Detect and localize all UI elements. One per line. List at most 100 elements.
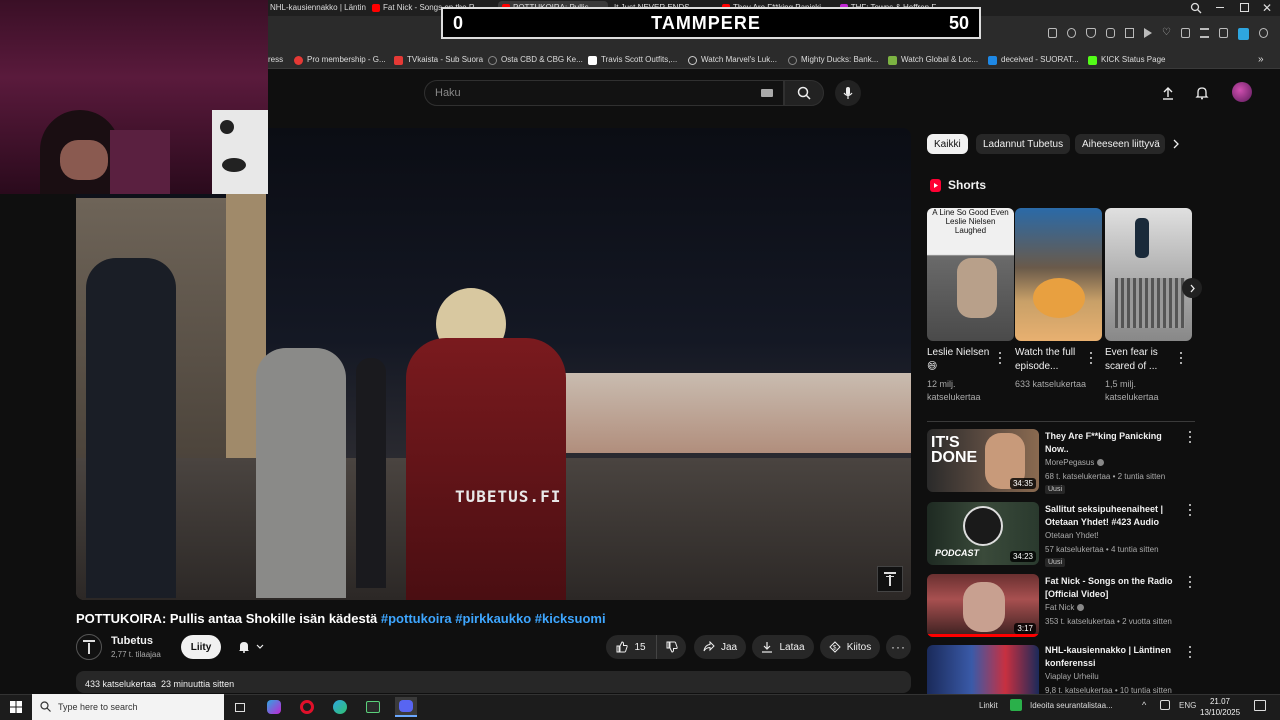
recommendation-thumbnail[interactable]: 3:17	[927, 574, 1039, 637]
bookmark[interactable]: Watch Global & Loc...	[888, 53, 978, 67]
channel-watermark-logo[interactable]	[877, 566, 903, 592]
bookmark[interactable]: KICK Status Page	[1088, 53, 1165, 67]
join-button[interactable]: Liity	[181, 635, 221, 659]
chip-from-channel[interactable]: Ladannut Tubetus	[976, 134, 1071, 154]
recommendation-menu-icon[interactable]	[1186, 430, 1194, 444]
short-thumbnail[interactable]	[1015, 208, 1102, 341]
recommendation-channel[interactable]: Viaplay Urheilu	[1045, 672, 1099, 681]
search-tabs-icon[interactable]	[1190, 2, 1202, 14]
search-button[interactable]	[784, 80, 824, 106]
task-view-icon[interactable]	[229, 697, 251, 717]
video-player[interactable]	[76, 128, 911, 600]
discord-icon[interactable]	[395, 697, 417, 717]
maximize-icon[interactable]	[1240, 3, 1249, 12]
extension-icon[interactable]	[1105, 28, 1115, 38]
recommendation-thumbnail[interactable]: IT'S DONE 34:35	[927, 429, 1039, 492]
chip-all[interactable]: Kaikki	[927, 134, 968, 154]
recommendation-channel[interactable]: MorePegasus	[1045, 458, 1104, 467]
bookmark-label: Mighty Ducks: Bank...	[801, 55, 879, 64]
recommendation-thumbnail[interactable]	[927, 645, 1039, 694]
dislike-button[interactable]	[656, 635, 686, 659]
recommendation-channel[interactable]: Otetaan Yhdet!	[1045, 531, 1099, 540]
news-widget[interactable]: Ideoita seurantalistaa...	[1030, 701, 1113, 710]
recommendation-title[interactable]: Fat Nick - Songs on the Radio [Official …	[1045, 575, 1180, 601]
short-menu-icon[interactable]	[996, 351, 1004, 365]
bookmark[interactable]: TVkaista - Sub Suora	[394, 53, 483, 67]
description-box[interactable]: 433 katselukertaa 23 minuuttia sitten	[76, 671, 911, 693]
bookmark[interactable]: Watch Marvel's Luk...	[688, 53, 777, 67]
chevron-right-icon[interactable]	[1172, 139, 1180, 149]
bookmark[interactable]: Mighty Ducks: Bank...	[788, 53, 878, 67]
like-button[interactable]: 15	[606, 635, 656, 659]
short-title[interactable]: Watch the full episode...	[1015, 346, 1087, 374]
copilot-icon[interactable]	[1238, 28, 1249, 40]
recommendation-title[interactable]: Sallitut seksipuheenaiheet | Otetaan Yhd…	[1045, 503, 1180, 529]
copilot-icon[interactable]	[263, 697, 285, 717]
bookmark[interactable]: Osta CBD & CBG Ke...	[488, 53, 583, 67]
links-toolbar[interactable]: Linkit	[979, 701, 998, 710]
pen-icon[interactable]	[1160, 700, 1170, 710]
terminal-icon[interactable]	[362, 697, 384, 717]
settings-icon[interactable]	[1258, 28, 1269, 38]
notification-bell-button[interactable]	[228, 635, 274, 659]
taskbar-search-input[interactable]: Type here to search	[32, 694, 224, 720]
bookmarks-overflow-icon[interactable]: »	[1258, 53, 1264, 67]
notifications-icon[interactable]	[1195, 86, 1209, 100]
browser-tab[interactable]: NHL-kausiennakko | Läntin	[270, 1, 368, 15]
short-menu-icon[interactable]	[1087, 351, 1095, 365]
recommendation-title[interactable]: They Are F**king Panicking Now..	[1045, 430, 1180, 456]
avatar[interactable]	[1232, 82, 1252, 102]
thanks-button[interactable]: $ Kiitos	[820, 635, 880, 659]
short-thumbnail[interactable]	[1105, 208, 1192, 341]
bookmark-label: TVkaista - Sub Suora	[407, 55, 484, 64]
camera-icon[interactable]	[1067, 28, 1077, 38]
recommendation-thumbnail[interactable]: PODCAST 34:23	[927, 502, 1039, 565]
short-menu-icon[interactable]	[1177, 351, 1185, 365]
shorts-next-button[interactable]	[1182, 278, 1202, 298]
edit-icon[interactable]	[1048, 28, 1058, 38]
wallet-icon[interactable]	[1180, 28, 1190, 38]
stocks-icon[interactable]	[1010, 699, 1022, 711]
divider	[927, 421, 1195, 422]
recommendation-channel[interactable]: Fat Nick	[1045, 603, 1084, 612]
search-input[interactable]: Haku	[424, 80, 784, 106]
recommendation-menu-icon[interactable]	[1186, 575, 1194, 589]
chevron-up-icon[interactable]: ^	[1142, 700, 1146, 710]
voice-search-button[interactable]	[835, 80, 861, 106]
more-actions-button[interactable]: ···	[886, 635, 911, 659]
reader-icon[interactable]	[1124, 28, 1134, 38]
upload-icon[interactable]	[1162, 86, 1174, 100]
short-title[interactable]: Even fear is scared of ...	[1105, 346, 1177, 374]
channel-avatar[interactable]	[76, 634, 102, 660]
download-button[interactable]: Lataa	[752, 635, 814, 659]
notification-center-icon[interactable]	[1254, 700, 1266, 711]
play-icon[interactable]	[1143, 28, 1152, 38]
recommendation-menu-icon[interactable]	[1186, 503, 1194, 517]
windows-start-icon[interactable]	[5, 697, 27, 717]
bookmark[interactable]: Pro membership - G...	[294, 53, 386, 67]
close-icon[interactable]: ✕	[1262, 1, 1272, 15]
global-icon	[888, 55, 897, 65]
video-hashtags[interactable]: #pottukoira #pirkkaukko #kicksuomi	[381, 611, 606, 626]
minimize-icon[interactable]	[1216, 7, 1224, 8]
menu-icon[interactable]	[1200, 28, 1209, 38]
shield-icon[interactable]	[1086, 28, 1096, 38]
share-button[interactable]: Jaa	[694, 635, 746, 659]
bookmark[interactable]: ress	[268, 53, 283, 67]
recommendation-menu-icon[interactable]	[1186, 645, 1194, 659]
recommendation-title[interactable]: NHL-kausiennakko | Läntinen konferenssi	[1045, 644, 1180, 670]
short-thumbnail[interactable]: A Line So Good Even Leslie Nielsen Laugh…	[927, 208, 1014, 341]
keyboard-icon[interactable]	[761, 89, 773, 97]
channel-name[interactable]: Tubetus	[111, 635, 153, 647]
heart-icon[interactable]: ♡	[1162, 28, 1171, 38]
chevron-right-icon	[1190, 284, 1195, 292]
bookmark[interactable]: Travis Scott Outfits,...	[588, 53, 677, 67]
system-clock[interactable]: 21.07 13/10/2025	[1200, 696, 1240, 718]
bookmark[interactable]: deceived - SUORAT...	[988, 53, 1079, 67]
short-title[interactable]: Leslie Nielsen 😄	[927, 346, 999, 374]
edge-icon[interactable]	[329, 697, 351, 717]
chip-related[interactable]: Aiheeseen liittyvä	[1075, 134, 1165, 154]
language-indicator[interactable]: ENG	[1179, 701, 1196, 710]
opera-icon[interactable]	[296, 697, 318, 717]
lock-icon[interactable]	[1218, 28, 1229, 38]
